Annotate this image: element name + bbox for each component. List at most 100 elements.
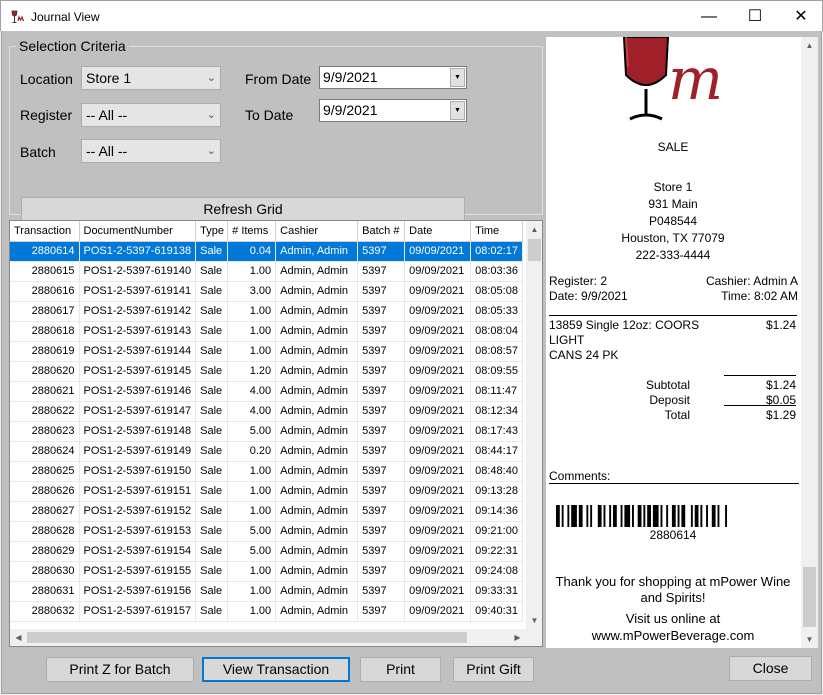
scroll-down-icon[interactable]: ▼: [526, 612, 542, 629]
column-header[interactable]: Cashier: [275, 221, 359, 242]
table-cell: 09/09/2021: [404, 301, 472, 322]
table-row[interactable]: 2880622 POS1-2-5397-619147 Sale 4.00 Admin, …: [10, 401, 524, 422]
table-cell: 09/09/2021: [404, 441, 472, 462]
scroll-thumb[interactable]: [27, 632, 467, 643]
table-cell: Admin, Admin: [275, 481, 359, 502]
table-row[interactable]: 2880632 POS1-2-5397-619157 Sale 1.00 Admin, …: [10, 601, 524, 622]
refresh-grid-button[interactable]: Refresh Grid: [21, 197, 465, 222]
calendar-dropdown-icon[interactable]: ▼: [450, 101, 465, 120]
logo-letter: m: [668, 45, 723, 113]
chevron-down-icon: ⌄: [206, 109, 216, 121]
table-cell: 08:12:34: [470, 401, 524, 422]
scroll-right-icon[interactable]: ▶: [509, 629, 526, 646]
maximize-button[interactable]: ☐: [732, 1, 778, 32]
table-cell: POS1-2-5397-619156: [79, 581, 197, 602]
location-select[interactable]: Store 1 ⌄: [81, 66, 221, 90]
divider: [549, 315, 797, 316]
table-cell: 09/09/2021: [404, 341, 472, 362]
table-row[interactable]: 2880615 POS1-2-5397-619140 Sale 1.00 Admin, …: [10, 261, 524, 282]
table-row[interactable]: 2880621 POS1-2-5397-619146 Sale 4.00 Admin, …: [10, 381, 524, 402]
to-date-label: To Date: [245, 107, 294, 123]
table-row[interactable]: 2880630 POS1-2-5397-619155 Sale 1.00 Admin, …: [10, 561, 524, 582]
view-transaction-button[interactable]: View Transaction: [202, 657, 350, 682]
close-icon: ✕: [794, 8, 808, 25]
table-cell: Admin, Admin: [275, 341, 359, 362]
table-cell: 5.00: [227, 521, 277, 542]
item-description-line3: CANS 24 PK: [549, 348, 619, 362]
grid-horizontal-scrollbar[interactable]: ◀ ▶: [10, 629, 526, 646]
table-cell: 09/09/2021: [404, 241, 472, 262]
table-cell: 1.00: [227, 301, 277, 322]
scroll-up-icon[interactable]: ▲: [801, 37, 818, 54]
register-select[interactable]: -- All -- ⌄: [81, 103, 221, 127]
table-cell: 1.00: [227, 601, 277, 622]
table-cell: Sale: [195, 581, 229, 602]
table-cell: POS1-2-5397-619147: [79, 401, 197, 422]
table-row[interactable]: 2880616 POS1-2-5397-619141 Sale 3.00 Admin, …: [10, 281, 524, 302]
table-row[interactable]: 2880624 POS1-2-5397-619149 Sale 0.20 Admin, …: [10, 441, 524, 462]
table-row[interactable]: 2880620 POS1-2-5397-619145 Sale 1.20 Admin, …: [10, 361, 524, 382]
close-button[interactable]: Close: [729, 656, 812, 681]
table-row[interactable]: 2880631 POS1-2-5397-619156 Sale 1.00 Admin, …: [10, 581, 524, 602]
scroll-up-icon[interactable]: ▲: [526, 221, 542, 238]
column-header[interactable]: Time: [470, 221, 524, 242]
table-cell: 08:08:04: [470, 321, 524, 342]
column-header[interactable]: # Items: [227, 221, 277, 242]
table-row[interactable]: 2880614 POS1-2-5397-619138 Sale 0.04 Admin, …: [10, 241, 524, 262]
store-logo: m: [622, 37, 723, 121]
table-cell: 09/09/2021: [404, 461, 472, 482]
table-cell: POS1-2-5397-619148: [79, 421, 197, 442]
table-cell: 5397: [357, 401, 406, 422]
barcode: [556, 505, 727, 527]
table-cell: POS1-2-5397-619154: [79, 541, 197, 562]
table-cell: 5397: [357, 261, 406, 282]
table-row[interactable]: 2880627 POS1-2-5397-619152 Sale 1.00 Admin, …: [10, 501, 524, 522]
table-cell: Admin, Admin: [275, 601, 359, 622]
print-gift-button[interactable]: Print Gift: [453, 657, 534, 682]
minimize-icon: —: [701, 8, 717, 25]
scroll-left-icon[interactable]: ◀: [10, 629, 27, 646]
scroll-thumb[interactable]: [528, 239, 541, 261]
table-cell: 09/09/2021: [404, 421, 472, 442]
barcode-bar: [620, 505, 623, 527]
print-z-for-batch-button[interactable]: Print Z for Batch: [46, 657, 194, 682]
table-cell: 1.00: [227, 561, 277, 582]
table-row[interactable]: 2880618 POS1-2-5397-619143 Sale 1.00 Admin, …: [10, 321, 524, 342]
table-cell: 5397: [357, 581, 406, 602]
table-cell: POS1-2-5397-619143: [79, 321, 197, 342]
column-header[interactable]: DocumentNumber: [79, 221, 197, 242]
table-row[interactable]: 2880626 POS1-2-5397-619151 Sale 1.00 Admin, …: [10, 481, 524, 502]
table-row[interactable]: 2880617 POS1-2-5397-619142 Sale 1.00 Admin, …: [10, 301, 524, 322]
table-row[interactable]: 2880628 POS1-2-5397-619153 Sale 5.00 Admin, …: [10, 521, 524, 542]
column-header[interactable]: Transaction: [10, 221, 80, 242]
scroll-down-icon[interactable]: ▼: [801, 631, 818, 648]
print-button[interactable]: Print: [360, 657, 441, 682]
calendar-dropdown-icon[interactable]: ▼: [450, 68, 465, 87]
table-cell: 08:17:43: [470, 421, 524, 442]
table-cell: 5397: [357, 561, 406, 582]
chevron-down-icon: ⌄: [206, 145, 216, 157]
item-description-line2: LIGHT: [549, 333, 585, 347]
receipt-vertical-scrollbar[interactable]: ▲ ▼: [801, 37, 818, 648]
column-header[interactable]: Type: [195, 221, 229, 242]
grid-vertical-scrollbar[interactable]: ▲ ▼: [526, 221, 542, 629]
table-row[interactable]: 2880629 POS1-2-5397-619154 Sale 5.00 Admin, …: [10, 541, 524, 562]
grid-header-row: Transaction DocumentNumber Type # Items Cash…: [10, 221, 524, 242]
table-cell: Sale: [195, 601, 229, 622]
close-window-button[interactable]: ✕: [778, 1, 823, 32]
column-header[interactable]: Date: [404, 221, 472, 242]
to-date-picker[interactable]: 9/9/2021 ▼: [319, 99, 467, 122]
minimize-button[interactable]: —: [686, 1, 732, 32]
column-header[interactable]: Batch #: [357, 221, 406, 242]
table-row[interactable]: 2880619 POS1-2-5397-619144 Sale 1.00 Admin, …: [10, 341, 524, 362]
table-row[interactable]: 2880623 POS1-2-5397-619148 Sale 5.00 Admin, …: [10, 421, 524, 442]
scroll-thumb[interactable]: [803, 567, 816, 627]
transactions-grid[interactable]: Transaction DocumentNumber Type # Items Cash…: [9, 220, 543, 647]
table-row[interactable]: 2880625 POS1-2-5397-619150 Sale 1.00 Admin, …: [10, 461, 524, 482]
barcode-bar: [666, 505, 669, 527]
from-date-picker[interactable]: 9/9/2021 ▼: [319, 66, 467, 89]
barcode-bar: [706, 505, 708, 527]
batch-value: -- All --: [86, 143, 128, 159]
batch-select[interactable]: -- All -- ⌄: [81, 139, 221, 163]
table-cell: 4.00: [227, 401, 277, 422]
